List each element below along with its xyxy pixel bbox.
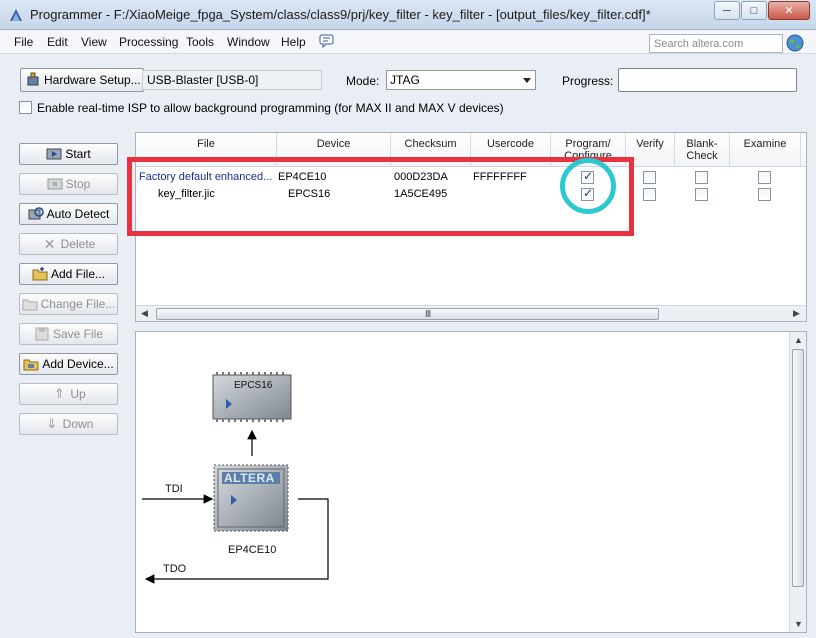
add-file-button[interactable]: Add File...: [19, 263, 118, 285]
tdo-label: TDO: [163, 563, 187, 575]
stop-button[interactable]: Stop: [19, 173, 118, 195]
red-highlight-box: [127, 157, 634, 236]
help-chat-icon[interactable]: [318, 33, 336, 49]
isp-label: Enable real-time ISP to allow background…: [37, 101, 504, 115]
hardware-device-field: USB-Blaster [USB-0]: [142, 70, 322, 90]
col-blank-check[interactable]: Blank- Check: [675, 133, 730, 167]
menu-file[interactable]: File: [14, 35, 33, 49]
col-examine[interactable]: Examine: [730, 133, 801, 167]
hardware-icon: [27, 72, 39, 86]
add-device-label: Add Device...: [42, 357, 114, 371]
progress-label: Progress:: [562, 74, 614, 88]
isp-checkbox[interactable]: [19, 101, 32, 114]
menu-edit[interactable]: Edit: [47, 35, 68, 49]
hardware-panel: Hardware Setup... USB-Blaster [USB-0] Mo…: [10, 60, 806, 122]
scroll-right-icon[interactable]: ▶: [793, 308, 800, 319]
cyan-highlight-circle: [560, 158, 616, 214]
examine-checkbox[interactable]: [758, 171, 771, 184]
start-button[interactable]: Start: [19, 143, 118, 165]
stop-icon: [47, 178, 63, 190]
auto-detect-icon: [28, 207, 44, 220]
minimize-button[interactable]: ─: [714, 1, 740, 20]
save-file-icon: [35, 327, 49, 341]
maximize-button[interactable]: □: [741, 1, 767, 20]
change-file-icon: [22, 299, 38, 311]
window-title: Programmer - F:/XiaoMeige_fpga_System/cl…: [30, 7, 651, 22]
menu-help[interactable]: Help: [281, 35, 306, 49]
altera-logo: ALTERA: [224, 471, 275, 485]
start-label: Start: [65, 147, 91, 161]
delete-label: Delete: [60, 237, 96, 251]
jtag-chain-diagram: EPCS16 ALTERA EP4CE10 TDI TDO ▲ ▼: [135, 331, 807, 633]
delete-button[interactable]: ✕ Delete: [19, 233, 118, 255]
menu-window[interactable]: Window: [227, 35, 270, 49]
horizontal-scrollbar[interactable]: ◀ III ▶: [136, 305, 806, 321]
stop-label: Stop: [65, 177, 91, 191]
examine-checkbox[interactable]: [758, 188, 771, 201]
mode-value: JTAG: [390, 73, 420, 87]
scroll-down-icon[interactable]: ▼: [794, 619, 803, 629]
change-file-label: Change File...: [40, 297, 116, 311]
add-file-label: Add File...: [50, 267, 106, 281]
vertical-scrollbar[interactable]: ▲ ▼: [789, 332, 806, 632]
menu-processing[interactable]: Processing: [119, 35, 178, 49]
save-file-label: Save File: [52, 327, 104, 341]
blank-check-checkbox[interactable]: [695, 171, 708, 184]
title-bar: Programmer - F:/XiaoMeige_fpga_System/cl…: [0, 0, 816, 30]
up-button[interactable]: ⇑ Up: [19, 383, 118, 405]
scroll-left-icon[interactable]: ◀: [141, 308, 148, 319]
down-label: Down: [62, 417, 94, 431]
scroll-grip: III: [425, 309, 431, 320]
add-device-icon: [23, 359, 39, 371]
hardware-setup-label: Hardware Setup...: [44, 73, 141, 87]
auto-detect-label: Auto Detect: [46, 207, 110, 221]
verify-checkbox[interactable]: [643, 171, 656, 184]
add-device-button[interactable]: Add Device...: [19, 353, 118, 375]
action-button-panel: Start Stop Auto Detect ✕ Delete Add File…: [0, 132, 130, 638]
flash-chip-label: EPCS16: [234, 380, 273, 391]
down-button[interactable]: ⇓ Down: [19, 413, 118, 435]
search-input[interactable]: [649, 34, 783, 53]
up-label: Up: [70, 387, 86, 401]
tdi-label: TDI: [165, 483, 183, 495]
delete-icon: ✕: [43, 236, 56, 252]
menu-view[interactable]: View: [81, 35, 107, 49]
menu-tools[interactable]: Tools: [186, 35, 214, 49]
auto-detect-button[interactable]: Auto Detect: [19, 203, 118, 225]
scroll-thumb[interactable]: [792, 349, 804, 587]
blank-check-checkbox[interactable]: [695, 188, 708, 201]
scroll-thumb[interactable]: III: [156, 308, 659, 320]
start-icon: [46, 148, 62, 160]
save-file-button[interactable]: Save File: [19, 323, 118, 345]
scroll-up-icon[interactable]: ▲: [794, 335, 803, 345]
mode-select[interactable]: JTAG: [386, 70, 536, 90]
progress-bar: [618, 68, 797, 92]
programmer-app-icon: [10, 9, 22, 21]
add-file-icon: [32, 267, 48, 281]
mode-label: Mode:: [346, 74, 380, 88]
up-arrow-icon: ⇑: [53, 386, 65, 401]
down-arrow-icon: ⇓: [46, 416, 58, 431]
hardware-setup-button[interactable]: Hardware Setup...: [20, 68, 144, 92]
verify-checkbox[interactable]: [643, 188, 656, 201]
fpga-chip-label: EP4CE10: [228, 544, 277, 556]
chevron-down-icon: [523, 78, 531, 83]
close-button[interactable]: ✕: [768, 1, 810, 20]
change-file-button[interactable]: Change File...: [19, 293, 118, 315]
globe-icon[interactable]: [786, 34, 804, 52]
